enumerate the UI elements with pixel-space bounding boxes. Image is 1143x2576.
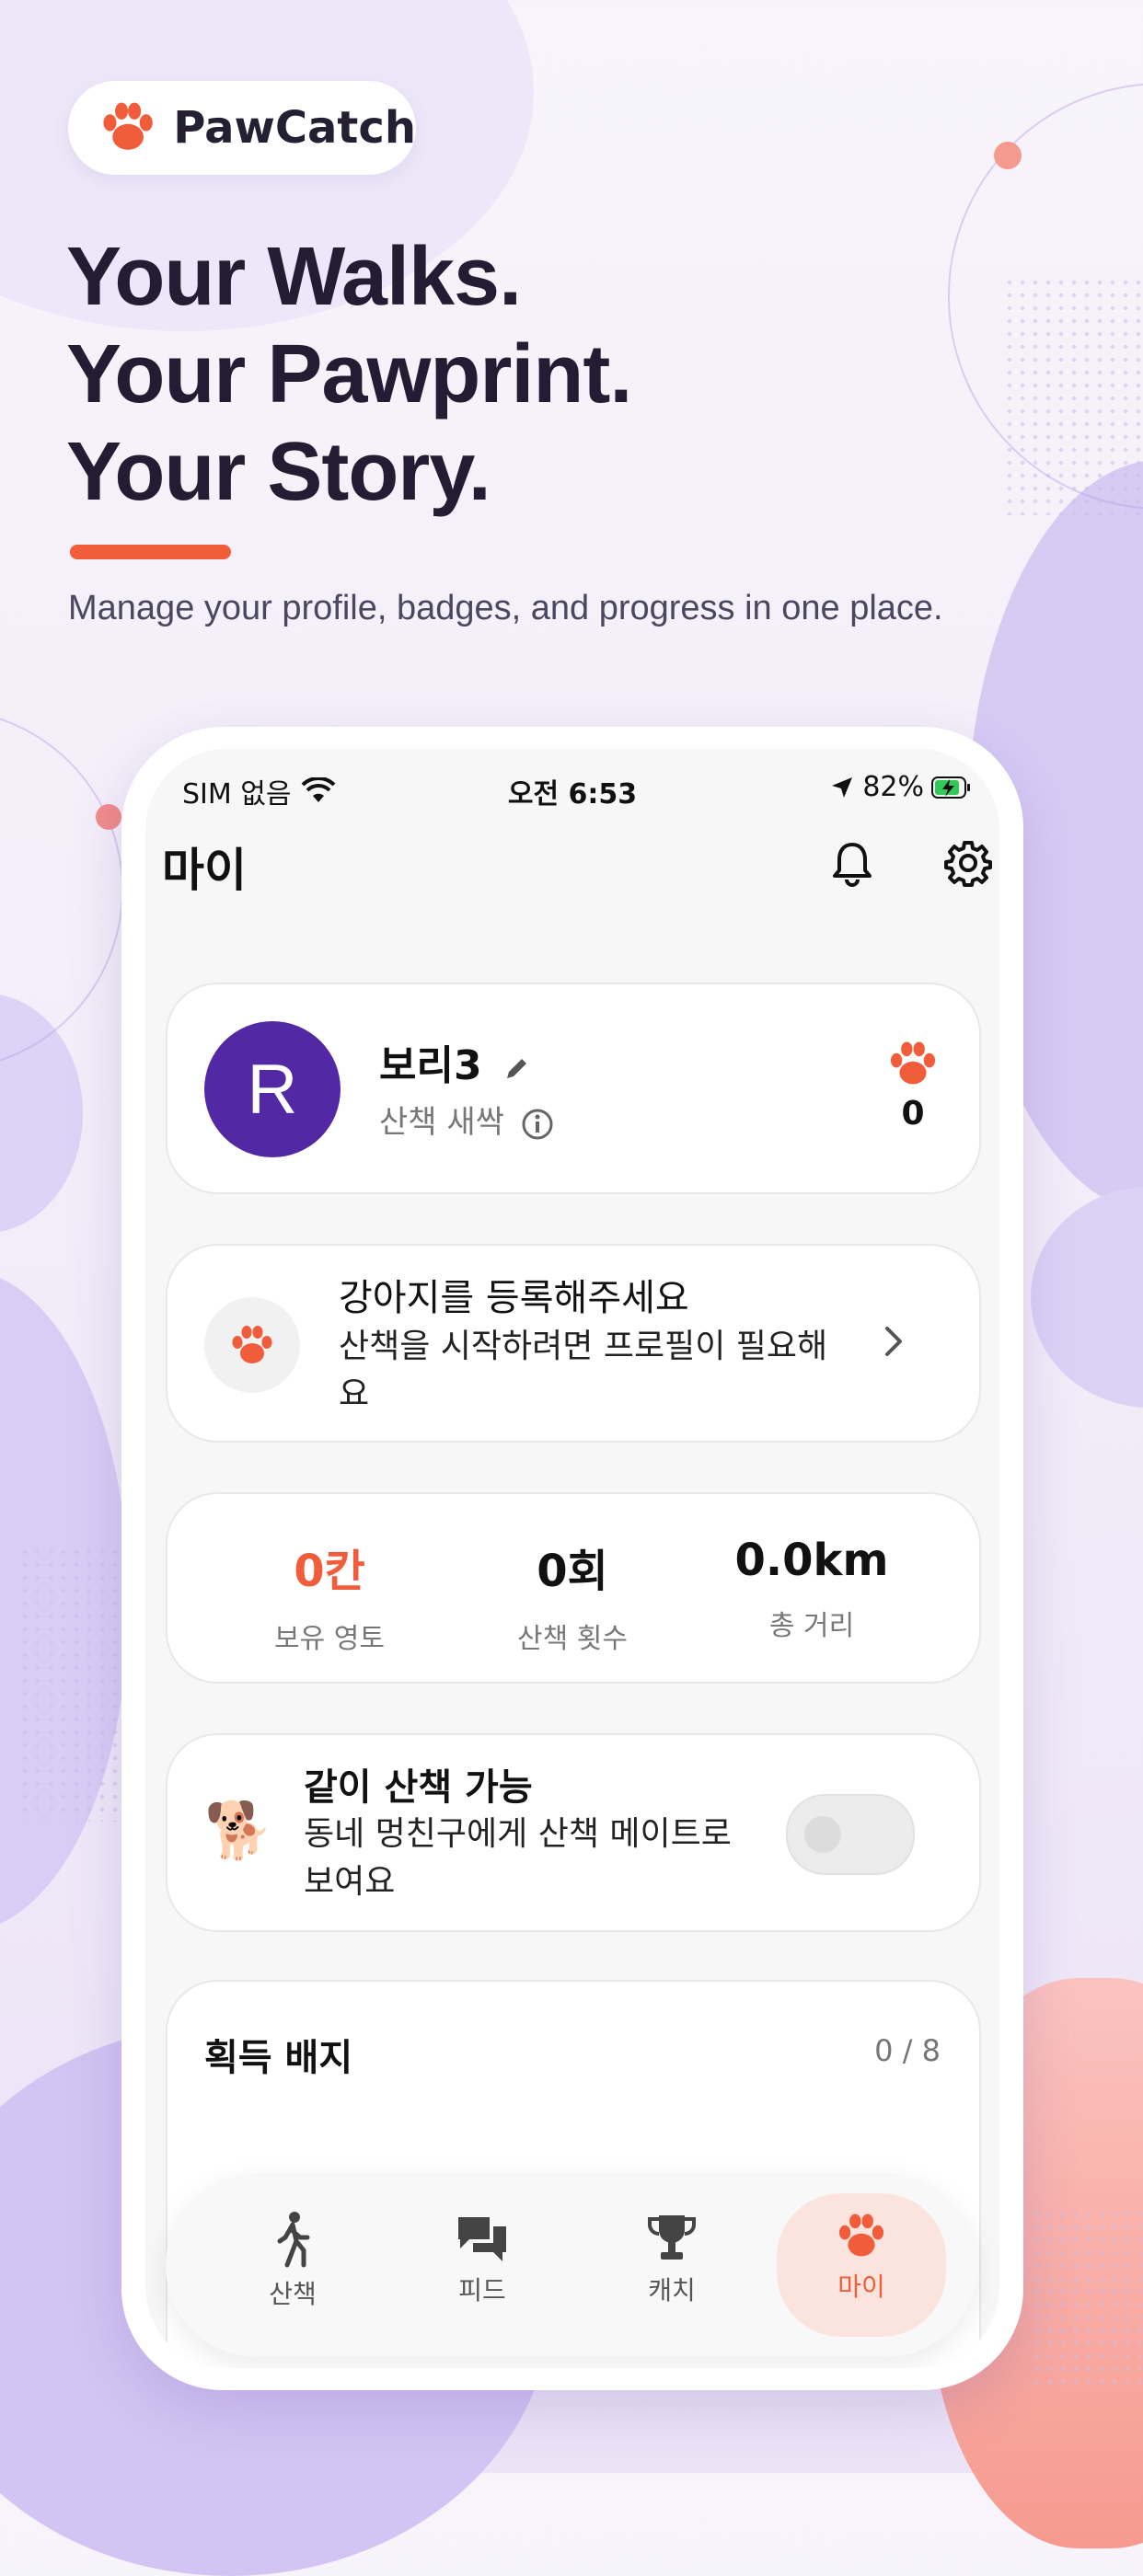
walk-together-toggle[interactable] — [786, 1794, 915, 1875]
brand-name: PawCatch — [173, 102, 416, 154]
walk-together-card: 🐕 같이 산책 가능 동네 멍친구에게 산책 메이트로 보여요 — [166, 1733, 981, 1932]
paw-count: 0 — [901, 1095, 925, 1133]
page-title: 마이 — [162, 844, 247, 897]
nav-item-my[interactable]: 마이 — [777, 2193, 946, 2337]
walk-together-description: 동네 멍친구에게 산책 메이트로 보여요 — [304, 1815, 732, 1901]
hero-line-2: Your Pawprint. — [66, 328, 632, 420]
badges-title: 획득 배지 — [204, 2037, 353, 2079]
app-screen: SIM 없음 오전 6:53 82% 마이 R 보리3 산책 새싹 0 강아지를… — [145, 749, 999, 2368]
profile-level: 산책 새싹 — [379, 1097, 555, 1142]
status-bar: SIM 없음 오전 6:53 82% — [145, 749, 999, 832]
nav-label-my: 마이 — [837, 2271, 885, 2302]
nav-label-catch: 캐치 — [648, 2275, 696, 2306]
pencil-icon[interactable] — [502, 1052, 533, 1084]
bottom-nav: 산책 피드 캐치 마이 — [166, 2173, 977, 2357]
nav-item-catch[interactable]: 캐치 — [587, 2193, 756, 2337]
profile-level-text: 산책 새싹 — [379, 1104, 504, 1141]
stat-walk-count-label: 산책 횟수 — [517, 1623, 628, 1655]
stat-distance: 0.0km 총 거리 — [692, 1535, 931, 1643]
paw-point-icon — [890, 1041, 936, 1085]
nav-item-feed[interactable]: 피드 — [398, 2193, 567, 2337]
nav-item-walk[interactable]: 산책 — [208, 2193, 377, 2337]
info-icon[interactable] — [520, 1107, 555, 1142]
nav-label-walk: 산책 — [269, 2279, 317, 2309]
paw-logo-icon — [103, 102, 153, 150]
gear-icon[interactable] — [942, 837, 994, 889]
bell-icon[interactable] — [826, 837, 878, 889]
profile-name-text: 보리3 — [379, 1042, 482, 1089]
stat-territory-value: 0칸 — [294, 1546, 365, 1597]
hero-line-3: Your Story. — [66, 426, 491, 518]
profile-name[interactable]: 보리3 — [379, 1032, 533, 1091]
hero-underline — [70, 545, 231, 559]
profile-card[interactable]: R 보리3 산책 새싹 0 — [166, 983, 981, 1194]
paw-icon — [232, 1326, 272, 1363]
register-description: 산책을 시작하려면 프로필이 필요해요 — [339, 1328, 828, 1413]
dog-icon: 🐕 — [204, 1799, 273, 1863]
paw-icon — [838, 2214, 884, 2257]
hero-line-1: Your Walks. — [66, 231, 522, 323]
badges-count: 0 / 8 — [874, 2033, 941, 2068]
phone-frame: SIM 없음 오전 6:53 82% 마이 R 보리3 산책 새싹 0 강아지를… — [121, 727, 1023, 2390]
battery-percent: 82% — [862, 771, 924, 803]
location-arrow-icon — [832, 776, 853, 798]
trophy-icon — [648, 2215, 696, 2260]
battery-charging-icon — [931, 776, 970, 799]
avatar[interactable]: R — [204, 1021, 341, 1157]
walk-icon — [277, 2212, 310, 2268]
hero-subtitle: Manage your profile, badges, and progres… — [68, 589, 943, 627]
walk-together-title: 같이 산책 가능 — [304, 1766, 533, 1809]
nav-label-feed: 피드 — [458, 2275, 506, 2306]
stat-territory: 0칸 보유 영토 — [210, 1535, 449, 1656]
stats-card: 0칸 보유 영토 0회 산책 횟수 0.0km 총 거리 — [166, 1492, 981, 1684]
brand-logo: PawCatch — [68, 81, 416, 175]
register-dog-card[interactable]: 강아지를 등록해주세요 산책을 시작하려면 프로필이 필요해요 — [166, 1244, 981, 1443]
register-title: 강아지를 등록해주세요 — [339, 1277, 689, 1319]
chat-icon — [458, 2217, 506, 2261]
hero-headline: Your Walks. Your Pawprint. Your Story. — [66, 228, 632, 521]
register-paw-circle — [204, 1297, 300, 1393]
toggle-knob — [804, 1816, 841, 1853]
stat-distance-value: 0.0km — [734, 1535, 889, 1586]
stat-territory-label: 보유 영토 — [274, 1623, 385, 1655]
stat-walk-count-value: 0회 — [537, 1546, 608, 1597]
chevron-right-icon[interactable] — [880, 1323, 906, 1360]
stat-distance-label: 총 거리 — [768, 1610, 855, 1642]
stat-walk-count: 0회 산책 횟수 — [453, 1535, 692, 1656]
